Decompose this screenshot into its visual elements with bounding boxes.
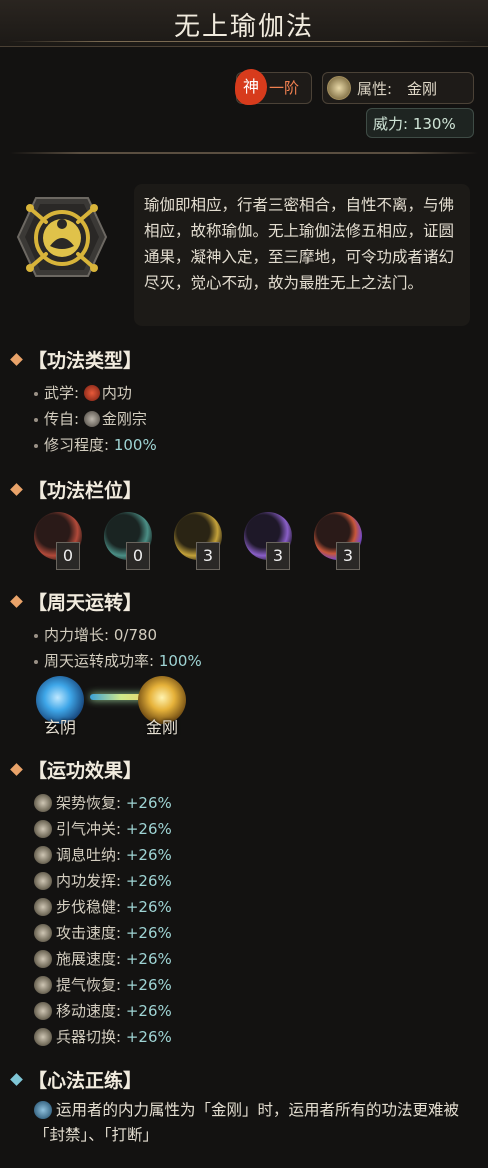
slot-3[interactable]: 3 bbox=[174, 512, 230, 570]
qi-recovery-icon bbox=[34, 976, 52, 994]
slot-count: 3 bbox=[266, 542, 290, 570]
stance-recovery-icon bbox=[34, 794, 52, 812]
effect-row: 步伐稳健: +26% bbox=[34, 896, 172, 917]
effect-row: 兵器切换: +26% bbox=[34, 1026, 172, 1047]
slot-2[interactable]: 0 bbox=[104, 512, 160, 570]
vajra-attribute-icon bbox=[327, 76, 351, 100]
skill-emblem-icon bbox=[16, 197, 108, 277]
martial-row: 武学: 内功 bbox=[34, 382, 132, 403]
description-box: 瑜伽即相应，行者三密相合，自性不离，与佛相应，故称瑜伽。无上瑜伽法修五相应，证圆… bbox=[134, 184, 470, 326]
bullet-icon bbox=[34, 659, 38, 664]
effect-row: 攻击速度: +26% bbox=[34, 922, 172, 943]
title-bar: 无上瑜伽法 bbox=[0, 0, 488, 47]
diamond-icon bbox=[10, 353, 23, 366]
martial-label: 武学: bbox=[44, 384, 80, 402]
source-row: 传自: 金刚宗 bbox=[34, 408, 147, 429]
effect-row: 内功发挥: +26% bbox=[34, 870, 172, 891]
progress-value: 100% bbox=[113, 436, 157, 454]
element-to[interactable]: 金刚 bbox=[134, 672, 194, 738]
neigong-icon bbox=[83, 385, 100, 401]
rate-value: 100% bbox=[158, 652, 202, 670]
progress-label: 修习程度: bbox=[44, 436, 110, 454]
qi-breakthrough-icon bbox=[34, 820, 52, 838]
rate-label: 周天运转成功率: bbox=[44, 652, 155, 670]
rank-label: 一阶 bbox=[269, 79, 300, 97]
gain-row: 内力增长: 0/780 bbox=[34, 624, 157, 645]
page-title: 无上瑜伽法 bbox=[173, 12, 314, 42]
source-value: 金刚宗 bbox=[101, 410, 147, 428]
effect-row: 引气冲关: +26% bbox=[34, 818, 172, 839]
slot-1[interactable]: 0 bbox=[34, 512, 90, 570]
effect-row: 架势恢复: +26% bbox=[34, 792, 172, 813]
diamond-icon bbox=[10, 595, 23, 608]
cast-speed-icon bbox=[34, 950, 52, 968]
bullet-icon bbox=[34, 633, 38, 638]
slot-count: 0 bbox=[56, 542, 80, 570]
diamond-icon bbox=[10, 1073, 23, 1086]
slot-count: 3 bbox=[196, 542, 220, 570]
description-text: 瑜伽即相应，行者三密相合，自性不离，与佛相应，故称瑜伽。无上瑜伽法修五相应，证圆… bbox=[144, 196, 455, 292]
section-title: 【心法正练】 bbox=[28, 1070, 143, 1092]
rate-row: 周天运转成功率: 100% bbox=[34, 650, 202, 671]
attack-speed-icon bbox=[34, 924, 52, 942]
weapon-switch-icon bbox=[34, 1028, 52, 1046]
effect-row: 调息吐纳: +26% bbox=[34, 844, 172, 865]
progress-row: 修习程度: 100% bbox=[34, 434, 157, 455]
martial-value: 内功 bbox=[101, 384, 132, 402]
bullet-icon bbox=[34, 417, 38, 422]
rank-badge: 神 一阶 bbox=[235, 69, 312, 105]
attribute-value: 金刚 bbox=[407, 80, 438, 98]
breathing-icon bbox=[34, 846, 52, 864]
effect-row: 提气恢复: +26% bbox=[34, 974, 172, 995]
effect-row: 移动速度: +26% bbox=[34, 1000, 172, 1021]
move-speed-icon bbox=[34, 1002, 52, 1020]
element-from-label: 玄阴 bbox=[43, 718, 76, 737]
element-from[interactable]: 玄阴 bbox=[32, 672, 92, 738]
section-title: 【功法栏位】 bbox=[28, 480, 143, 502]
xinfa-icon bbox=[34, 1101, 52, 1119]
source-label: 传自: bbox=[44, 410, 80, 428]
element-to-label: 金刚 bbox=[145, 718, 178, 737]
bullet-icon bbox=[34, 443, 38, 448]
diamond-icon bbox=[10, 763, 23, 776]
gain-label: 内力增长: bbox=[44, 626, 110, 644]
gain-value: 0/780 bbox=[113, 626, 158, 644]
section-title: 【功法类型】 bbox=[28, 350, 143, 372]
slot-count: 3 bbox=[336, 542, 360, 570]
sect-icon bbox=[83, 411, 100, 427]
rank-seal-icon: 神 bbox=[235, 69, 267, 105]
xinfa-text: 运用者的内力属性为「金刚」时，运用者所有的功法更难被「封禁」、「打断」 bbox=[34, 1098, 464, 1148]
attribute-badge: 属性: 金刚 bbox=[322, 72, 474, 104]
footwork-icon bbox=[34, 898, 52, 916]
inner-power-icon bbox=[34, 872, 52, 890]
power-badge: 威力: 130% bbox=[366, 108, 474, 138]
slot-count: 0 bbox=[126, 542, 150, 570]
divider bbox=[10, 152, 478, 154]
effect-row: 施展速度: +26% bbox=[34, 948, 172, 969]
section-title: 【周天运转】 bbox=[28, 592, 143, 614]
section-title: 【运功效果】 bbox=[28, 760, 143, 782]
attribute-label: 属性: bbox=[357, 80, 393, 98]
power-value: 威力: 130% bbox=[373, 115, 456, 133]
diamond-icon bbox=[10, 483, 23, 496]
bullet-icon bbox=[34, 391, 38, 396]
slot-5[interactable]: 3 bbox=[314, 512, 370, 570]
xinfa-desc: 运用者的内力属性为「金刚」时，运用者所有的功法更难被「封禁」、「打断」 bbox=[34, 1101, 460, 1144]
slot-4[interactable]: 3 bbox=[244, 512, 300, 570]
